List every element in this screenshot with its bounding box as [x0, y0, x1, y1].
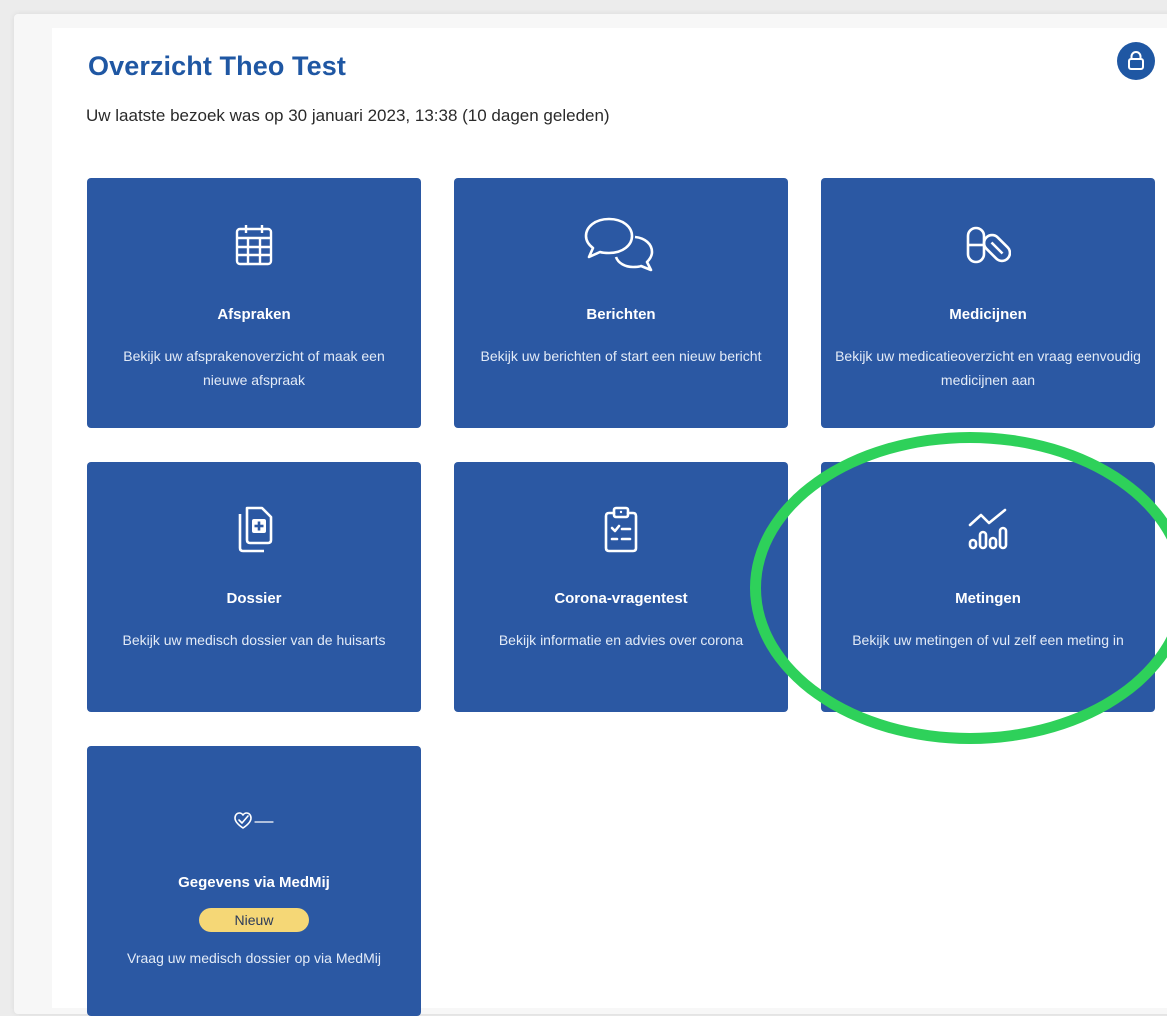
tile-title: Berichten — [586, 306, 656, 323]
calendar-icon — [87, 218, 421, 272]
tile-description: Bekijk informatie en advies over corona — [498, 632, 744, 648]
tile-description: Bekijk uw medisch dossier van de huisart… — [122, 632, 386, 648]
chat-bubbles-icon — [454, 217, 788, 272]
tile-corona-vragentest[interactable]: Corona-vragentest Bekijk informatie en a… — [454, 462, 788, 712]
page-title: Overzicht Theo Test — [88, 51, 346, 81]
tile-title: Corona-vragentest — [554, 590, 688, 607]
tile-description: Bekijk uw metingen of vul zelf een metin… — [852, 632, 1124, 648]
tile-title: Afspraken — [217, 306, 291, 323]
tile-description: Bekijk uw medicatieoverzicht en vraag ee… — [835, 348, 1141, 388]
tile-metingen[interactable]: Metingen Bekijk uw metingen of vul zelf … — [821, 462, 1155, 712]
last-visit-text: Uw laatste bezoek was op 30 januari 2023… — [86, 106, 610, 125]
medmij-logo-icon — [87, 806, 421, 836]
tile-berichten[interactable]: Berichten Bekijk uw berichten of start e… — [454, 178, 788, 428]
tile-afspraken[interactable]: Afspraken Bekijk uw afsprakenoverzicht o… — [87, 178, 421, 428]
document-plus-icon — [87, 502, 421, 556]
tile-description: Bekijk uw afsprakenoverzicht of maak een… — [123, 348, 385, 388]
tile-medicijnen[interactable]: Medicijnen Bekijk uw medicatieoverzicht … — [821, 178, 1155, 428]
tile-title: Dossier — [226, 590, 282, 607]
tile-medmij[interactable]: Gegevens via MedMij Nieuw Vraag uw medis… — [87, 746, 421, 1016]
measurements-chart-icon — [821, 502, 1155, 556]
tile-description: Vraag uw medisch dossier op via MedMij — [127, 950, 381, 966]
tile-title: Gegevens via MedMij — [178, 874, 330, 891]
lock-button[interactable] — [1117, 42, 1155, 80]
clipboard-checklist-icon — [454, 502, 788, 556]
tile-description: Bekijk uw berichten of start een nieuw b… — [480, 348, 762, 364]
new-badge: Nieuw — [199, 908, 309, 932]
tile-dossier[interactable]: Dossier Bekijk uw medisch dossier van de… — [87, 462, 421, 712]
lock-icon — [1128, 51, 1144, 70]
tile-title: Metingen — [955, 590, 1021, 607]
tile-title: Medicijnen — [949, 306, 1027, 323]
pills-icon — [821, 218, 1155, 272]
